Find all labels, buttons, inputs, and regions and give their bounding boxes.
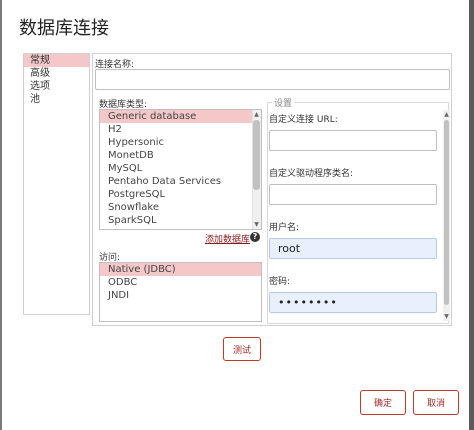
nav-item-pool[interactable]: 池 bbox=[24, 93, 89, 106]
password-input[interactable] bbox=[269, 292, 437, 313]
scroll-thumb[interactable] bbox=[444, 120, 449, 305]
cancel-button[interactable]: 取消 bbox=[413, 390, 459, 415]
list-item[interactable]: PostgreSQL bbox=[100, 188, 261, 201]
scroll-down-icon[interactable]: ▼ bbox=[252, 220, 261, 229]
password-label: 密码: bbox=[269, 277, 291, 287]
settings-legend: 设置 bbox=[272, 96, 295, 109]
list-item[interactable]: SparkSQL bbox=[100, 214, 261, 227]
custom-url-label: 自定义连接 URL: bbox=[269, 115, 338, 125]
db-type-list[interactable]: Generic database H2 Hypersonic MonetDB M… bbox=[99, 109, 262, 230]
list-item[interactable]: Generic database bbox=[100, 110, 261, 123]
scroll-up-icon[interactable]: ▲ bbox=[252, 110, 261, 119]
username-input[interactable] bbox=[269, 238, 437, 259]
db-type-scrollbar[interactable]: ▲ ▼ bbox=[252, 110, 261, 229]
access-list[interactable]: Native (JDBC) ODBC JNDI bbox=[99, 262, 262, 322]
custom-driver-input[interactable] bbox=[269, 184, 437, 205]
username-label: 用户名: bbox=[269, 223, 300, 233]
window-right-edge bbox=[469, 0, 474, 430]
settings-scrollbar[interactable]: ▲ ▼ bbox=[443, 110, 450, 321]
window-left-edge bbox=[0, 0, 2, 430]
list-item[interactable]: JNDI bbox=[100, 289, 261, 302]
dialog-title: 数据库连接 bbox=[19, 18, 109, 39]
nav-item-general[interactable]: 常规 bbox=[24, 54, 89, 67]
scroll-thumb[interactable] bbox=[253, 120, 260, 190]
list-item[interactable]: Hypersonic bbox=[100, 136, 261, 149]
list-item[interactable]: MySQL bbox=[100, 162, 261, 175]
list-item[interactable]: Snowflake bbox=[100, 201, 261, 214]
nav-item-options[interactable]: 选项 bbox=[24, 80, 89, 93]
scroll-down-icon[interactable]: ▼ bbox=[443, 312, 450, 321]
help-icon[interactable]: ? bbox=[250, 232, 260, 242]
connection-name-input[interactable] bbox=[95, 69, 450, 90]
list-item[interactable]: Native (JDBC) bbox=[100, 263, 261, 276]
custom-url-input[interactable] bbox=[269, 130, 437, 151]
ok-button[interactable]: 确定 bbox=[360, 390, 406, 415]
nav-item-advanced[interactable]: 高级 bbox=[24, 67, 89, 80]
list-item[interactable]: MonetDB bbox=[100, 149, 261, 162]
list-item[interactable]: H2 bbox=[100, 123, 261, 136]
add-driver-link[interactable]: 添加数据库 bbox=[205, 232, 250, 245]
list-item[interactable]: Pentaho Data Services bbox=[100, 175, 261, 188]
general-panel: 连接名称: 数据库类型: Generic database H2 Hyperso… bbox=[92, 53, 452, 326]
category-nav: 常规 高级 选项 池 bbox=[23, 53, 90, 315]
scroll-up-icon[interactable]: ▲ bbox=[443, 110, 450, 119]
test-button[interactable]: 测试 bbox=[223, 337, 261, 361]
list-item[interactable]: ODBC bbox=[100, 276, 261, 289]
custom-driver-label: 自定义驱动程序类名: bbox=[269, 169, 354, 179]
